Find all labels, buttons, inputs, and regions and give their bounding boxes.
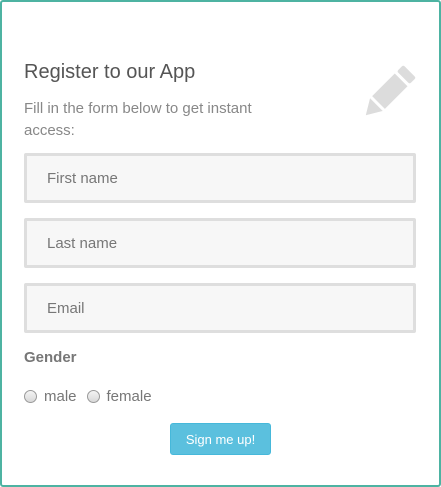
last-name-field-wrapper xyxy=(24,218,416,268)
email-input[interactable] xyxy=(27,286,413,330)
male-radio[interactable] xyxy=(24,389,37,403)
first-name-input[interactable] xyxy=(27,156,413,200)
sign-up-button[interactable]: Sign me up! xyxy=(170,423,271,455)
first-name-field-wrapper xyxy=(24,153,416,203)
female-radio[interactable] xyxy=(86,389,100,403)
male-label: male xyxy=(44,387,77,405)
form-title: Register to our App xyxy=(24,61,196,83)
gender-label: Gender xyxy=(24,349,77,366)
gender-option-male[interactable]: male xyxy=(24,388,77,405)
last-name-input[interactable] xyxy=(27,221,413,265)
gender-radio-group: male female xyxy=(24,386,162,406)
pencil-icon xyxy=(365,65,416,116)
form-subtitle: Fill in the form below to get instant ac… xyxy=(24,100,252,139)
gender-option-female[interactable]: female xyxy=(86,387,152,405)
female-label: female xyxy=(106,387,152,405)
registration-card: Register to our App Fill in the form bel… xyxy=(0,0,441,487)
email-field-wrapper xyxy=(24,283,416,333)
